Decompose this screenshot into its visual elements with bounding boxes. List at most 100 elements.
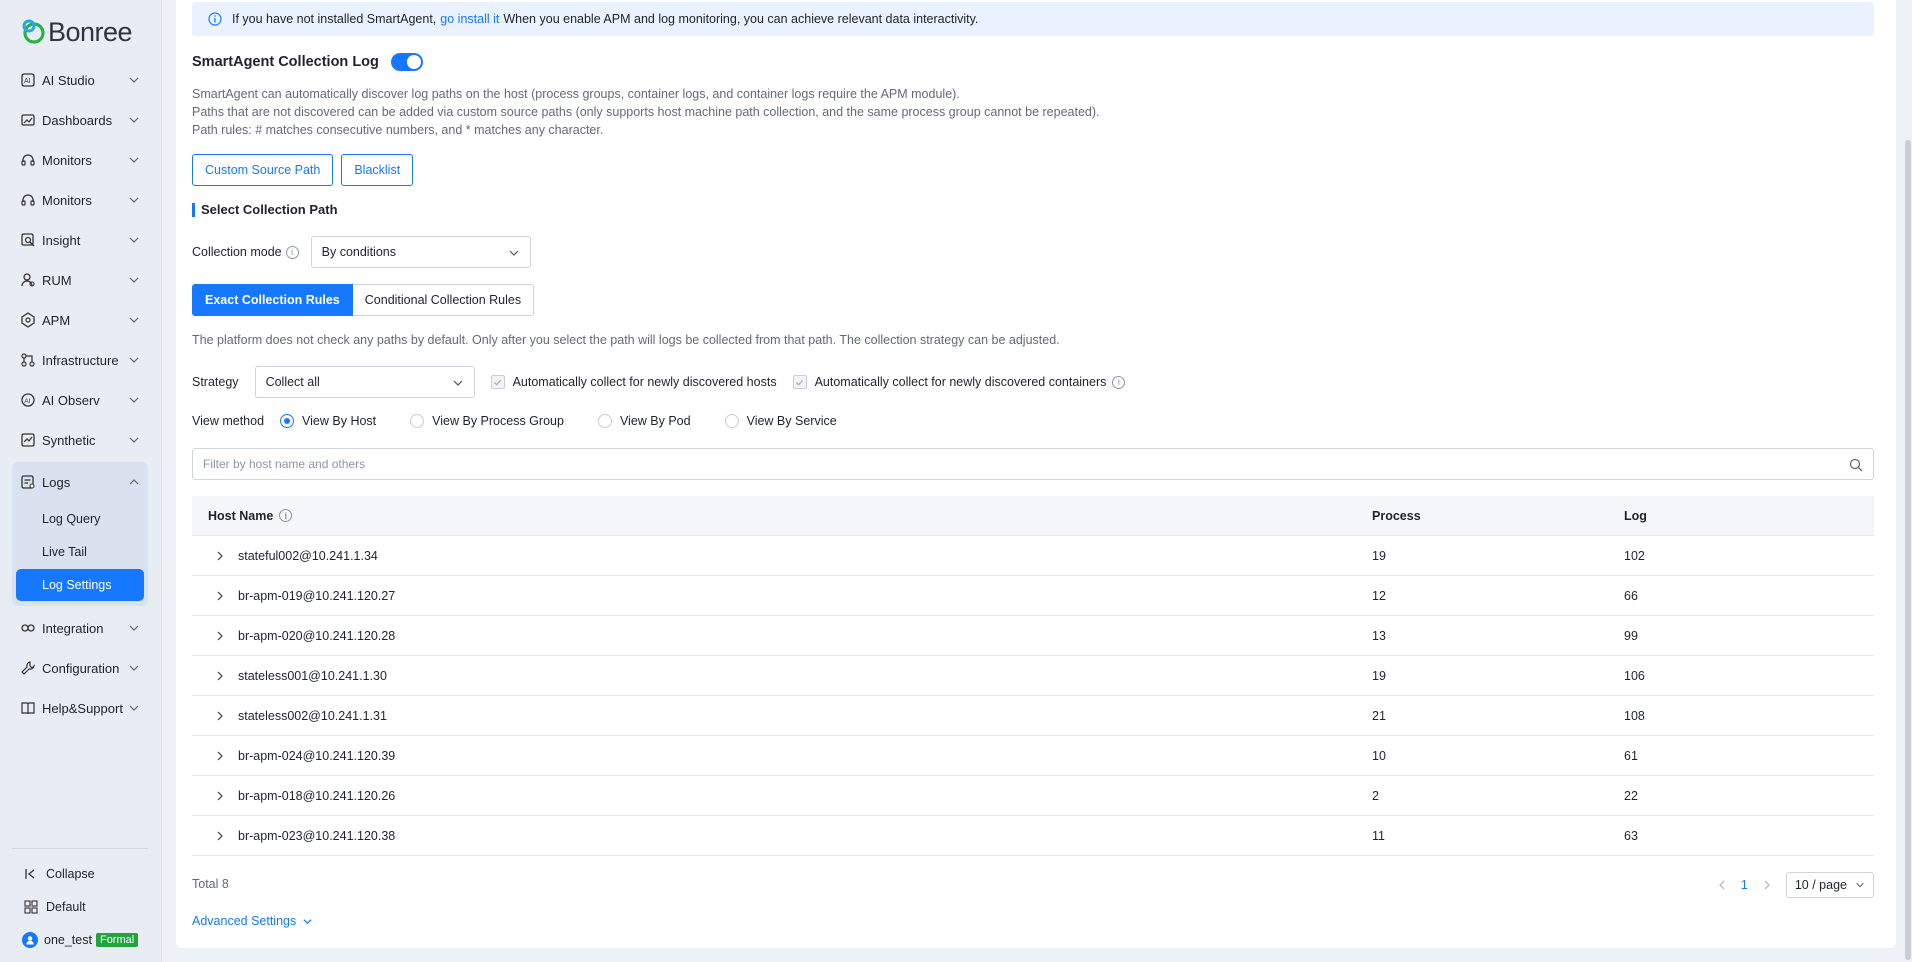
integration-icon xyxy=(20,620,36,636)
table-row[interactable]: stateless001@10.241.1.30 19 106 xyxy=(192,656,1874,696)
table-row[interactable]: br-apm-018@10.241.120.26 2 22 xyxy=(192,776,1874,816)
rule-tabs: Exact Collection Rules Conditional Colle… xyxy=(192,284,535,316)
radio-view-by-process-group[interactable]: View By Process Group xyxy=(410,414,564,428)
cell-process: 12 xyxy=(1372,588,1386,603)
sidebar-item-label: Configuration xyxy=(42,660,120,676)
sidebar-item-label: Help&Support xyxy=(42,700,123,716)
table-row[interactable]: stateful002@10.241.1.34 19 102 xyxy=(192,536,1874,576)
chevron-right-icon[interactable] xyxy=(214,710,226,722)
chevron-down-icon xyxy=(129,665,139,671)
radio-label: View By Pod xyxy=(619,414,691,428)
sidebar-item-label: Dashboards xyxy=(42,112,113,128)
custom-source-path-button[interactable]: Custom Source Path xyxy=(192,154,334,186)
chevron-right-icon[interactable] xyxy=(214,750,226,762)
sidebar-item-ai-observ[interactable]: AI AI Observ xyxy=(12,380,148,420)
cell-host: stateless002@10.241.1.31 xyxy=(192,709,1372,723)
tab-exact-collection-rules[interactable]: Exact Collection Rules xyxy=(192,284,353,316)
sidebar-item-ai-studio[interactable]: AI AI Studio xyxy=(12,60,148,100)
auto-hosts-checkbox[interactable]: Automatically collect for newly discover… xyxy=(490,375,777,389)
sidebar-item-label: Logs xyxy=(42,474,71,490)
info-icon[interactable]: i xyxy=(1112,375,1126,389)
sidebar-item-insight[interactable]: Insight xyxy=(12,220,148,260)
search-icon[interactable] xyxy=(1849,458,1863,472)
host-table: Host Name i Process Log stateful002@10.2… xyxy=(192,496,1874,856)
table-row[interactable]: br-apm-024@10.241.120.39 10 61 xyxy=(192,736,1874,776)
sidebar-subitem-log-query[interactable]: Log Query xyxy=(16,503,144,535)
sidebar-item-label: AI Studio xyxy=(42,72,95,88)
chevron-down-icon xyxy=(129,117,139,123)
current-page[interactable]: 1 xyxy=(1741,878,1748,892)
cell-process: 11 xyxy=(1372,828,1385,843)
logo[interactable]: Bonree xyxy=(20,14,133,50)
sidebar-item-infrastructure[interactable]: Infrastructure xyxy=(12,340,148,380)
tab-conditional-collection-rules[interactable]: Conditional Collection Rules xyxy=(352,284,535,316)
sidebar-item-configuration[interactable]: Configuration xyxy=(12,648,148,688)
prev-page-icon[interactable] xyxy=(1717,880,1727,890)
sidebar-item-integration[interactable]: Integration xyxy=(12,608,148,648)
radio-unselected xyxy=(597,414,612,428)
cell-log: 102 xyxy=(1624,548,1645,563)
radio-selected xyxy=(280,414,295,428)
chevron-right-icon[interactable] xyxy=(214,550,226,562)
sidebar-item-rum[interactable]: RUM xyxy=(12,260,148,300)
collection-mode-select[interactable]: By conditions xyxy=(310,236,531,268)
info-icon xyxy=(208,12,222,26)
account-type-badge: Formal xyxy=(95,932,139,947)
blacklist-button[interactable]: Blacklist xyxy=(341,154,414,186)
cell-process: 2 xyxy=(1372,788,1379,803)
chevron-right-icon[interactable] xyxy=(214,590,226,602)
sidebar-item-dashboards[interactable]: Dashboards xyxy=(12,100,148,140)
sidebar-item-label: AI Observ xyxy=(42,392,100,408)
strategy-select[interactable]: Collect all xyxy=(254,366,475,398)
host-name: stateless002@10.241.1.31 xyxy=(238,708,387,723)
workspace-switch[interactable]: Default xyxy=(12,890,148,923)
description-line: Paths that are not discovered can be add… xyxy=(192,105,1100,119)
advanced-settings-label: Advanced Settings xyxy=(192,914,297,928)
collapse-button[interactable]: Collapse xyxy=(12,857,148,890)
apm-icon xyxy=(20,312,36,328)
sidebar-item-help-support[interactable]: Help&Support xyxy=(12,688,148,728)
sidebar-item-apm[interactable]: APM xyxy=(12,300,148,340)
auto-containers-checkbox[interactable]: Automatically collect for newly discover… xyxy=(792,375,1126,389)
cell-log: 106 xyxy=(1624,668,1645,683)
install-link[interactable]: go install it xyxy=(440,12,499,26)
radio-view-by-service[interactable]: View By Service xyxy=(724,414,837,428)
platform-note: The platform does not check any paths by… xyxy=(192,333,1060,347)
chevron-down-icon xyxy=(303,918,312,924)
chevron-right-icon[interactable] xyxy=(214,790,226,802)
description-line: SmartAgent can automatically discover lo… xyxy=(192,87,960,101)
sidebar-item-monitors[interactable]: Monitors xyxy=(12,140,148,180)
table-row[interactable]: br-apm-020@10.241.120.28 13 99 xyxy=(192,616,1874,656)
chevron-down-icon xyxy=(129,77,139,83)
info-icon[interactable]: i xyxy=(279,509,293,522)
sidebar-item-label: Insight xyxy=(42,232,81,248)
sidebar-item-synthetic[interactable]: Synthetic xyxy=(12,420,148,460)
next-page-icon[interactable] xyxy=(1762,880,1772,890)
host-filter-input[interactable]: Filter by host name and others xyxy=(192,448,1874,480)
user-menu[interactable]: one_test Formal xyxy=(12,923,148,956)
chevron-right-icon[interactable] xyxy=(214,630,226,642)
collection-log-toggle[interactable] xyxy=(390,53,423,71)
chevron-right-icon[interactable] xyxy=(214,830,226,842)
bonree-logo-icon xyxy=(22,19,45,44)
sidebar-subitem-live-tail[interactable]: Live Tail xyxy=(16,536,144,568)
total-count: Total 8 xyxy=(192,877,229,891)
table-row[interactable]: br-apm-023@10.241.120.38 11 63 xyxy=(192,816,1874,856)
cell-host: br-apm-024@10.241.120.39 xyxy=(192,749,1372,763)
sidebar-subitem-log-settings[interactable]: Log Settings xyxy=(16,569,144,601)
chevron-right-icon[interactable] xyxy=(214,670,226,682)
ai-observ-icon: AI xyxy=(20,392,36,408)
info-icon[interactable]: i xyxy=(285,245,299,259)
synthetic-icon xyxy=(20,432,36,448)
scrollbar-thumb[interactable] xyxy=(1905,140,1911,960)
table-row[interactable]: br-apm-019@10.241.120.27 12 66 xyxy=(192,576,1874,616)
sidebar-item-monitors-2[interactable]: Monitors xyxy=(12,180,148,220)
scrollbar[interactable] xyxy=(1904,0,1912,962)
radio-view-by-host[interactable]: View By Host xyxy=(280,414,376,428)
table-row[interactable]: stateless002@10.241.1.31 21 108 xyxy=(192,696,1874,736)
page-size-select[interactable]: 10 / page xyxy=(1785,872,1874,898)
sidebar-item-logs[interactable]: Logs xyxy=(12,462,148,502)
cell-log: 66 xyxy=(1624,588,1638,603)
radio-view-by-pod[interactable]: View By Pod xyxy=(597,414,691,428)
advanced-settings-link[interactable]: Advanced Settings xyxy=(192,914,313,928)
